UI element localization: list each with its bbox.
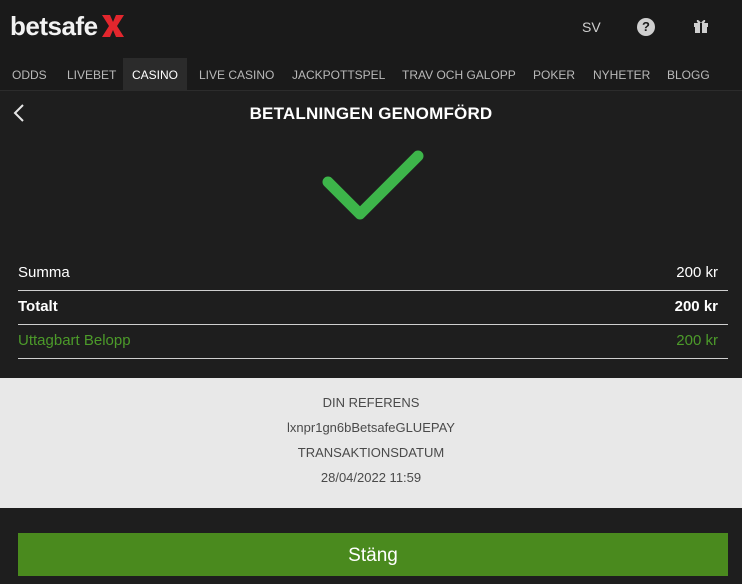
nav-item-casino[interactable]: CASINO [123,58,188,90]
row-value: 200 kr [676,332,718,349]
language-selector[interactable]: SV [582,19,601,35]
logo-text: betsafe [10,10,98,41]
modal-title: BETALNINGEN GENOMFÖRD [249,104,493,123]
reference-value: lxnpr1gn6bBetsafeGLUEPAY [287,420,455,435]
row-label: Totalt [18,298,58,315]
row-label: Uttagbart Belopp [18,332,131,349]
summary-row-summa: Summa 200 kr [18,256,728,291]
nav-item-blogg[interactable]: BLOGG [667,58,710,90]
betsafe-logo[interactable]: betsafe [10,9,127,43]
logo-x-icon [101,15,124,37]
nav-item-trav-och-galopp[interactable]: TRAV OCH GALOPP [402,58,516,90]
modal-header: BETALNINGEN GENOMFÖRD [0,91,742,137]
top-bar: betsafe SV ? [0,0,742,58]
row-value: 200 kr [676,264,718,281]
nav-item-odds[interactable]: ODDS [12,58,47,90]
summary-row-totalt: Totalt 200 kr [18,290,728,325]
gift-icon[interactable] [693,18,709,34]
success-check-icon [322,150,424,220]
transaction-date-label: TRANSAKTIONSDATUM [297,445,445,460]
reference-panel: DIN REFERENS lxnpr1gn6bBetsafeGLUEPAY TR… [0,378,742,508]
row-label: Summa [18,264,70,281]
nav-item-poker[interactable]: POKER [533,58,575,90]
nav-item-jackpottspel[interactable]: JACKPOTTSPEL [292,58,385,90]
reference-label: DIN REFERENS [322,395,420,410]
nav-item-live-casino[interactable]: LIVE CASINO [199,58,274,90]
nav-item-livebet[interactable]: LIVEBET [67,58,116,90]
transaction-date-value: 28/04/2022 11:59 [320,470,422,485]
summary-row-uttagbart: Uttagbart Belopp 200 kr [18,324,728,359]
main-nav: ODDS LIVEBET CASINO LIVE CASINO JACKPOTT… [0,58,742,91]
row-value: 200 kr [674,298,718,315]
help-icon[interactable]: ? [637,18,655,36]
nav-item-nyheter[interactable]: NYHETER [593,58,650,90]
close-button[interactable]: Stäng [18,533,728,576]
